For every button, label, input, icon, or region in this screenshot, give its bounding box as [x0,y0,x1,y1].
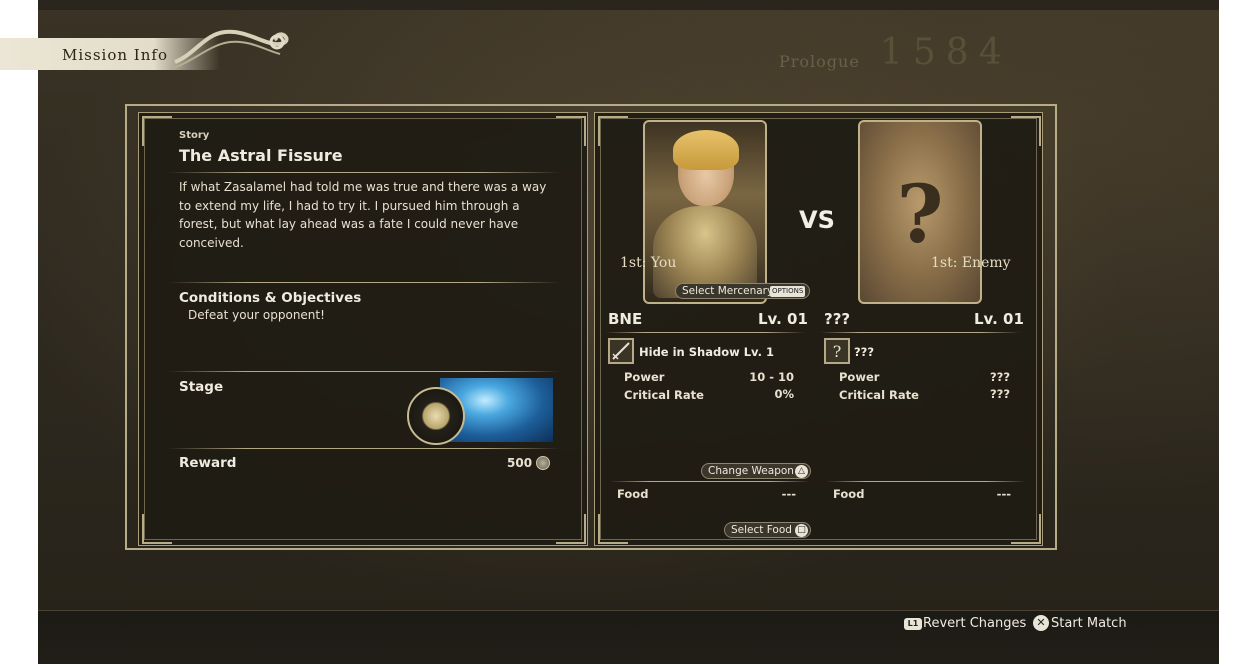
player-power-label: Power [624,370,665,384]
question-weapon-glyph: ? [833,342,842,361]
corner-ornament-icon [556,116,586,146]
stage-emblem-core [422,402,450,430]
stage-heading: Stage [179,379,224,395]
player-food-value: --- [781,487,796,501]
cross-button-icon: ✕ [1033,615,1049,631]
start-match-button[interactable]: Start Match [1051,616,1127,631]
enemy-name: ??? [824,310,851,328]
player-name: BNE [608,310,643,328]
stage-emblem-icon [407,387,465,445]
player-weapon: Hide in Shadow Lv. 1 [639,345,774,359]
scroll-ornament-icon [169,29,289,70]
divider [820,332,1020,333]
player-crit-value: 0% [774,387,794,401]
chapter-label: Prologue [779,52,860,71]
player-crit-label: Critical Rate [624,388,704,402]
player-food-label: Food [617,487,649,501]
corner-ornament-icon [142,514,172,544]
player-rank: 1st: You [620,255,677,271]
change-weapon-button[interactable]: Change Weapon △ [701,463,811,479]
divider [605,332,805,333]
enemy-power-label: Power [839,370,880,384]
reward-value: 500 [507,456,533,470]
select-mercenary-button[interactable]: Select Mercenary OPTIONS [675,283,810,299]
square-button-icon: □ [795,524,808,537]
vs-label: VS [799,206,835,234]
corner-ornament-icon [598,116,628,146]
corner-ornament-icon [1011,116,1041,146]
select-food-button[interactable]: Select Food □ [724,522,811,538]
enemy-card: ? [858,120,982,304]
question-weapon-icon: ? [824,338,850,364]
change-weapon-label: Change Weapon [708,465,794,477]
svg-text:?: ? [833,342,842,361]
enemy-food-label: Food [833,487,865,501]
corner-ornament-icon [142,116,172,146]
enemy-rank: 1st: Enemy [931,255,1011,271]
player-power-value: 10 - 10 [749,370,794,384]
enemy-weapon: ??? [854,345,875,359]
objective-text: Defeat your opponent! [188,308,325,322]
options-button-icon: OPTIONS [770,286,806,297]
mission-info-title: Mission Info [62,46,168,64]
divider [610,481,810,482]
story-title: The Astral Fissure [179,146,343,165]
top-edge [38,0,1219,10]
unknown-portrait-icon: ? [896,167,944,261]
year-label: 1584 [880,32,1012,73]
enemy-food-value: --- [996,487,1011,501]
enemy-power-value: ??? [989,370,1010,384]
player-level: Lv. 01 [758,310,808,328]
corner-ornament-icon [1011,514,1041,544]
conditions-heading: Conditions & Objectives [179,290,362,306]
divider [168,282,560,283]
triangle-button-icon: △ [795,465,808,478]
divider [168,172,560,173]
story-text: If what Zasalamel had told me was true a… [179,180,547,250]
reward-heading: Reward [179,455,237,471]
enemy-crit-label: Critical Rate [839,388,919,402]
revert-changes-button[interactable]: Revert Changes [923,616,1026,631]
divider [168,448,560,449]
l1-button-icon: L1 [904,618,922,630]
player-card[interactable] [643,120,767,304]
select-mercenary-label: Select Mercenary [682,285,774,297]
sword-glyph [612,342,630,360]
enemy-crit-value: ??? [989,387,1010,401]
corner-ornament-icon [598,514,628,544]
select-food-label: Select Food [731,524,792,536]
story-label: Story [179,130,210,141]
divider [168,371,560,372]
coin-icon [536,456,550,470]
divider [826,481,1026,482]
portrait-hair [673,130,739,170]
corner-ornament-icon [556,514,586,544]
enemy-level: Lv. 01 [974,310,1024,328]
sword-icon [608,338,634,364]
